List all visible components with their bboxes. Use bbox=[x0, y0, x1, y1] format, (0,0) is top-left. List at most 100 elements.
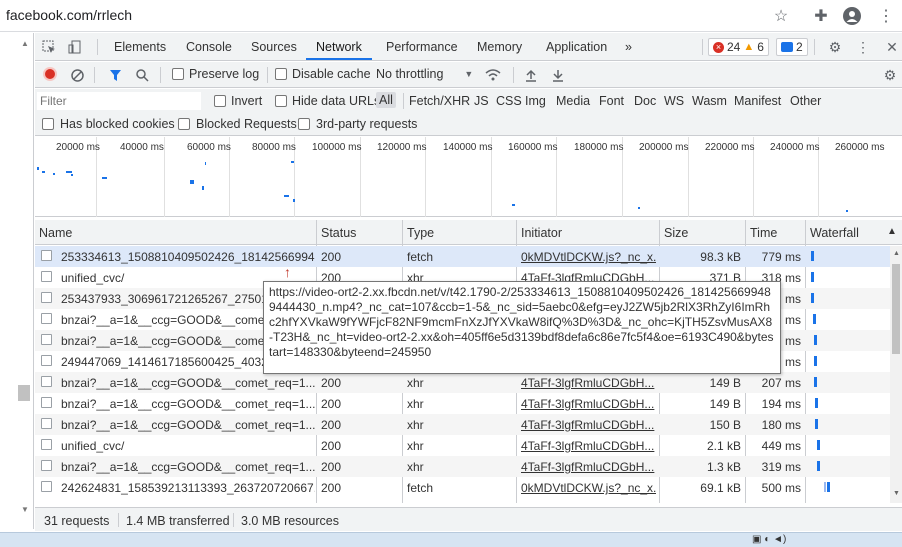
tab-application[interactable]: Application bbox=[546, 40, 607, 54]
filter-type-css[interactable]: CSS bbox=[496, 94, 522, 108]
request-type: fetch bbox=[407, 250, 434, 264]
table-row[interactable]: unified_cvc/ 200 xhr 4TaFf-3lgfRmluCDGbH… bbox=[35, 435, 890, 456]
puzzle-icon[interactable]: ✚ bbox=[811, 6, 831, 26]
sort-ascending-icon[interactable]: ▲ bbox=[887, 226, 897, 237]
blocked-requests-checkbox[interactable]: Blocked Requests bbox=[178, 117, 297, 131]
checkbox-box[interactable] bbox=[42, 118, 54, 130]
request-name[interactable]: 242624831_158539213113393_263720720667..… bbox=[61, 481, 315, 495]
url-text[interactable]: facebook.com/rrlech bbox=[6, 7, 132, 23]
tab-performance[interactable]: Performance bbox=[386, 40, 458, 54]
devtools-menu-icon[interactable]: ⋮ bbox=[854, 38, 872, 56]
request-initiator[interactable]: 4TaFf-3lgfRmluCDGbH... bbox=[521, 376, 656, 390]
filter-icon[interactable] bbox=[106, 66, 124, 84]
page-scrollbar-thumb[interactable] bbox=[18, 385, 30, 401]
table-row[interactable]: bnzai?__a=1&__ccg=GOOD&__comet_req=1... … bbox=[35, 414, 890, 435]
request-name[interactable]: bnzai?__a=1&__ccg=GOOD&__comet_req=1... bbox=[61, 418, 315, 432]
throttling-select[interactable]: No throttling ▼ bbox=[376, 67, 473, 81]
request-initiator[interactable]: 0kMDVtlDCKW.js?_nc_x... bbox=[521, 481, 656, 495]
request-name[interactable]: bnzai?__a=1&__ccg=GOOD&__comet_req=1... bbox=[61, 460, 315, 474]
column-size[interactable]: Size bbox=[664, 226, 688, 240]
scrollbar-thumb[interactable] bbox=[892, 264, 900, 354]
request-initiator[interactable]: 4TaFf-3lgfRmluCDGbH... bbox=[521, 418, 656, 432]
checkbox-box[interactable] bbox=[298, 118, 310, 130]
filter-type-manifest[interactable]: Manifest bbox=[734, 94, 781, 108]
column-name[interactable]: Name bbox=[39, 226, 72, 240]
network-conditions-icon[interactable] bbox=[484, 66, 502, 84]
network-settings-icon[interactable]: ⚙ bbox=[881, 66, 899, 84]
waterfall-bar bbox=[815, 398, 818, 408]
filter-type-media[interactable]: Media bbox=[556, 94, 590, 108]
scroll-down-icon[interactable]: ▼ bbox=[21, 505, 29, 514]
filter-type-all[interactable]: All bbox=[376, 92, 396, 108]
checkbox-box[interactable] bbox=[214, 95, 226, 107]
network-overview-timeline[interactable]: 20000 ms 40000 ms 60000 ms 80000 ms 1000… bbox=[35, 137, 902, 217]
column-initiator[interactable]: Initiator bbox=[521, 226, 562, 240]
request-icon bbox=[41, 271, 52, 282]
tab-elements[interactable]: Elements bbox=[114, 40, 166, 54]
request-status: 200 bbox=[321, 439, 342, 453]
tab-memory[interactable]: Memory bbox=[477, 40, 522, 54]
request-name[interactable]: bnzai?__a=1&__ccg=GOOD&__comet_req=1... bbox=[61, 376, 315, 390]
settings-gear-icon[interactable]: ⚙ bbox=[826, 38, 844, 56]
has-blocked-cookies-checkbox[interactable]: Has blocked cookies bbox=[42, 117, 175, 131]
issues-counter[interactable]: × 24 ▲ 6 bbox=[708, 38, 769, 56]
export-har-icon[interactable] bbox=[549, 66, 567, 84]
third-party-label: 3rd-party requests bbox=[316, 117, 418, 131]
scroll-up-icon[interactable]: ▲ bbox=[893, 250, 900, 257]
more-tabs-button[interactable]: » bbox=[625, 40, 632, 54]
table-row[interactable]: 253334613_1508810409502426_18142566994..… bbox=[35, 246, 890, 267]
filter-input[interactable] bbox=[37, 92, 201, 110]
table-scrollbar[interactable]: ▲ ▼ bbox=[890, 246, 902, 503]
table-row[interactable]: bnzai?__a=1&__ccg=GOOD&__comet_req=1... … bbox=[35, 393, 890, 414]
tray-icons[interactable]: ▣ ◐ ◄) bbox=[752, 534, 786, 545]
checkbox-box[interactable] bbox=[275, 68, 287, 80]
filter-type-font[interactable]: Font bbox=[599, 94, 624, 108]
checkbox-box[interactable] bbox=[275, 95, 287, 107]
filter-type-img[interactable]: Img bbox=[525, 94, 546, 108]
column-status[interactable]: Status bbox=[321, 226, 356, 240]
request-name[interactable]: bnzai?__a=1&__ccg=GOOD&__comet_req=1... bbox=[61, 397, 315, 411]
preserve-log-checkbox[interactable]: Preserve log bbox=[172, 67, 259, 81]
hide-data-urls-checkbox[interactable]: Hide data URLs bbox=[275, 94, 380, 108]
clear-icon[interactable] bbox=[68, 66, 86, 84]
filter-type-doc[interactable]: Doc bbox=[634, 94, 656, 108]
request-name[interactable]: 253334613_1508810409502426_18142566994..… bbox=[61, 250, 315, 264]
column-time[interactable]: Time bbox=[750, 226, 777, 240]
scroll-down-icon[interactable]: ▼ bbox=[893, 490, 900, 497]
inspect-element-icon[interactable] bbox=[40, 38, 58, 56]
checkbox-box[interactable] bbox=[172, 68, 184, 80]
table-row[interactable]: 242624831_158539213113393_263720720667..… bbox=[35, 477, 890, 498]
request-initiator[interactable]: 0kMDVtlDCKW.js?_nc_x... bbox=[521, 250, 656, 264]
request-type: xhr bbox=[407, 376, 424, 390]
column-type[interactable]: Type bbox=[407, 226, 434, 240]
request-initiator[interactable]: 4TaFf-3lgfRmluCDGbH... bbox=[521, 439, 656, 453]
request-name[interactable]: unified_cvc/ bbox=[61, 439, 315, 453]
messages-counter[interactable]: 2 bbox=[776, 38, 808, 56]
request-initiator[interactable]: 4TaFf-3lgfRmluCDGbH... bbox=[521, 460, 656, 474]
avatar-icon[interactable] bbox=[842, 6, 862, 26]
import-har-icon[interactable] bbox=[522, 66, 540, 84]
table-row[interactable]: bnzai?__a=1&__ccg=GOOD&__comet_req=1... … bbox=[35, 372, 890, 393]
search-icon[interactable] bbox=[133, 66, 151, 84]
filter-type-js[interactable]: JS bbox=[474, 94, 489, 108]
filter-type-wasm[interactable]: Wasm bbox=[692, 94, 727, 108]
scroll-up-icon[interactable]: ▲ bbox=[21, 39, 29, 48]
record-button[interactable] bbox=[43, 67, 57, 81]
device-toolbar-icon[interactable] bbox=[66, 38, 84, 56]
invert-checkbox[interactable]: Invert bbox=[214, 94, 262, 108]
close-icon[interactable]: ✕ bbox=[883, 38, 901, 56]
disable-cache-checkbox[interactable]: Disable cache bbox=[275, 67, 371, 81]
star-icon[interactable]: ☆ bbox=[771, 6, 791, 26]
filter-type-ws[interactable]: WS bbox=[664, 94, 684, 108]
checkbox-box[interactable] bbox=[178, 118, 190, 130]
tab-sources[interactable]: Sources bbox=[251, 40, 297, 54]
table-row[interactable]: bnzai?__a=1&__ccg=GOOD&__comet_req=1... … bbox=[35, 456, 890, 477]
column-waterfall[interactable]: Waterfall bbox=[810, 226, 859, 240]
tab-network[interactable]: Network bbox=[316, 40, 362, 54]
kebab-menu-icon[interactable]: ⋮ bbox=[876, 6, 896, 26]
request-initiator[interactable]: 4TaFf-3lgfRmluCDGbH... bbox=[521, 397, 656, 411]
third-party-checkbox[interactable]: 3rd-party requests bbox=[298, 117, 417, 131]
tab-console[interactable]: Console bbox=[186, 40, 232, 54]
filter-type-other[interactable]: Other bbox=[790, 94, 821, 108]
filter-type-fetch-xhr[interactable]: Fetch/XHR bbox=[409, 94, 470, 108]
